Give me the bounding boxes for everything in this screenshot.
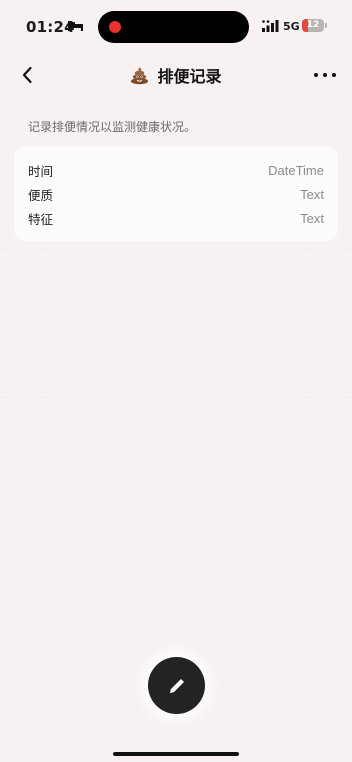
battery-icon: 12 — [302, 19, 324, 32]
nav-bar: 排便记录 — [0, 56, 352, 94]
battery-level: 12 — [306, 20, 320, 30]
more-dot — [314, 73, 318, 77]
page-title: 排便记录 — [157, 67, 222, 86]
field-row-feature[interactable]: 特征 Text — [28, 206, 324, 230]
pencil-icon — [169, 678, 184, 693]
field-label: 时间 — [28, 163, 54, 179]
page-description: 记录排便情况以监测健康状况。 — [28, 120, 197, 134]
chevron-left-icon — [22, 66, 32, 84]
field-label: 便质 — [28, 187, 54, 203]
poop-emoji-icon — [131, 66, 149, 84]
dynamic-island — [98, 11, 249, 43]
divider — [0, 510, 352, 511]
divider — [0, 255, 352, 256]
field-label: 特征 — [28, 211, 54, 227]
battery-cap — [325, 23, 327, 28]
screen: 01:24 5G 12 排便记录 记录排便情况以监测健康状况。 时间 DateT… — [0, 0, 352, 762]
more-dot — [332, 73, 336, 77]
edit-fab-button[interactable] — [148, 657, 205, 714]
more-options-button[interactable] — [314, 66, 336, 84]
field-type: Text — [300, 210, 324, 226]
status-bar: 01:24 5G 12 — [0, 0, 352, 54]
bed-icon — [68, 21, 83, 31]
more-dot — [323, 73, 327, 77]
field-row-quality[interactable]: 便质 Text — [28, 182, 324, 206]
network-label: 5G — [283, 20, 300, 33]
fields-card: 时间 DateTime 便质 Text 特征 Text — [14, 146, 338, 241]
back-button[interactable] — [14, 62, 40, 88]
signal-icon — [262, 20, 279, 32]
field-type: DateTime — [268, 162, 324, 178]
divider — [0, 394, 352, 395]
nav-title-wrap: 排便记录 — [0, 56, 352, 94]
home-indicator — [113, 752, 239, 756]
field-type: Text — [300, 186, 324, 202]
field-row-time[interactable]: 时间 DateTime — [28, 158, 324, 182]
recording-indicator-icon — [109, 21, 121, 33]
